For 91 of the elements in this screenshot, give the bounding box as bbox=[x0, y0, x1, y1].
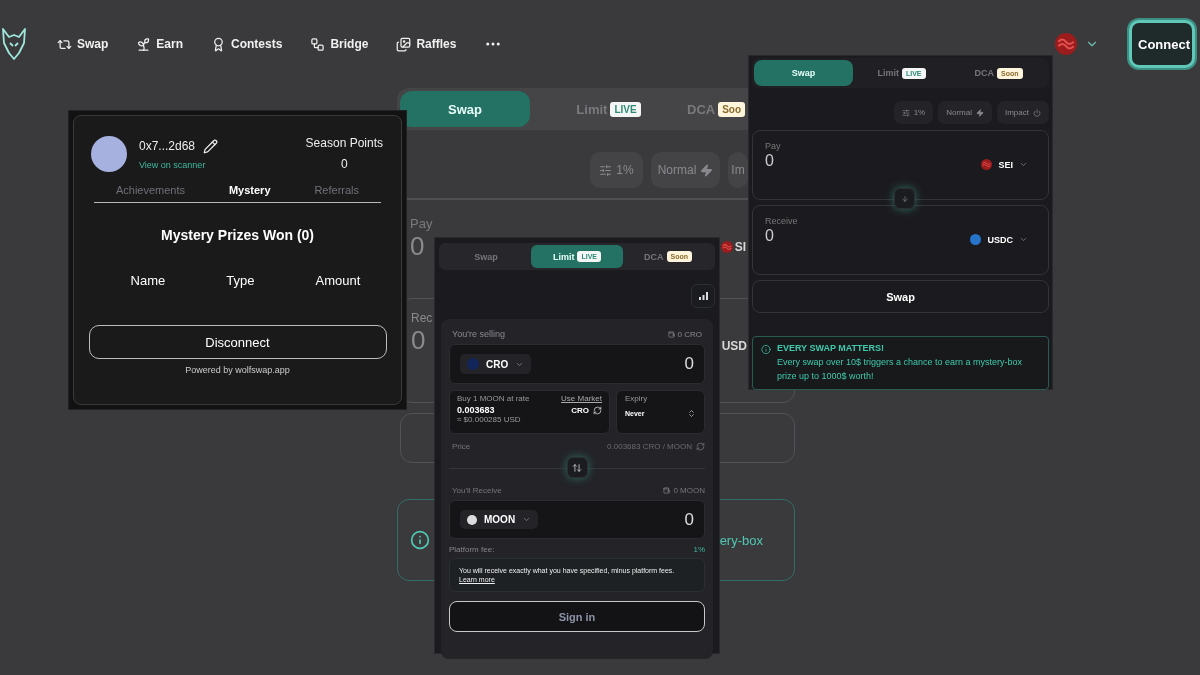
field-label: Pay bbox=[410, 216, 433, 231]
chevron-down-icon bbox=[522, 515, 532, 524]
wallet-icon bbox=[663, 487, 671, 494]
column-header: Type bbox=[226, 273, 255, 288]
wolf-logo-icon[interactable] bbox=[1, 27, 27, 61]
setting-chip[interactable]: 1% bbox=[893, 101, 934, 124]
tab[interactable]: Swap bbox=[754, 60, 853, 86]
nav-link[interactable]: Swap bbox=[57, 36, 109, 52]
amount-input[interactable]: 0 bbox=[765, 226, 774, 245]
amount-value: 0 bbox=[411, 325, 426, 356]
swap-arrows-icon bbox=[572, 462, 582, 473]
token-select[interactable]: USDC bbox=[970, 226, 1038, 245]
power-icon bbox=[1033, 108, 1041, 117]
amount-input[interactable]: 0 bbox=[765, 151, 774, 170]
sign-in-button[interactable]: Sign in bbox=[449, 601, 705, 632]
tab[interactable]: Achievements bbox=[115, 184, 186, 196]
field-label: Receive bbox=[765, 216, 799, 226]
lightning-icon bbox=[700, 163, 714, 177]
nav-link[interactable]: Contests bbox=[211, 36, 283, 52]
disconnect-button[interactable]: Disconnect bbox=[88, 325, 387, 359]
status-badge: Soo bbox=[718, 101, 746, 117]
use-market-link[interactable]: Use Market bbox=[561, 394, 602, 403]
nav-link[interactable]: Raffles bbox=[396, 36, 457, 52]
section-heading: Mystery Prizes Won (0) bbox=[161, 227, 314, 243]
rate-value: 0.003683 bbox=[457, 405, 495, 415]
column-header: Amount bbox=[315, 273, 361, 288]
amount-input[interactable]: 0 bbox=[684, 509, 694, 530]
fee-value: 1% bbox=[693, 545, 705, 554]
token-select[interactable]: MOON bbox=[460, 510, 539, 529]
images-icon bbox=[396, 36, 412, 52]
nav-link[interactable]: Bridge bbox=[310, 36, 369, 52]
footer-text: Powered by wolfswap.app bbox=[185, 365, 290, 375]
token-symbol: USD bbox=[721, 338, 748, 353]
bar-chart-icon bbox=[698, 292, 708, 300]
chevron-down-icon bbox=[1019, 235, 1028, 244]
info-title: EVERY SWAP MATTERS! bbox=[776, 343, 885, 353]
status-badge: LIVE bbox=[610, 101, 641, 117]
column-header: Name bbox=[130, 273, 166, 288]
amount-input[interactable]: 0 bbox=[684, 354, 694, 374]
setting-chip[interactable]: Normal bbox=[938, 101, 992, 124]
sprout-icon bbox=[136, 36, 152, 52]
expiry-label: Expiry bbox=[625, 394, 648, 403]
connect-button[interactable]: Connect bbox=[1129, 20, 1195, 68]
edit-icon[interactable] bbox=[203, 138, 219, 154]
lightning-icon bbox=[976, 108, 984, 117]
scanner-link[interactable]: View on scanner bbox=[139, 159, 206, 170]
rate-label: Buy 1 MOON at rate bbox=[457, 394, 530, 403]
wallet-icon bbox=[667, 330, 675, 338]
info-text: Every swap over 10$ triggers a chance to earn a mystery-box prize up to 1000$ worth! bbox=[776, 356, 1024, 383]
chart-button[interactable] bbox=[691, 284, 715, 308]
sliders-icon bbox=[901, 108, 910, 117]
sliders-icon bbox=[599, 163, 613, 177]
token-icon bbox=[467, 358, 479, 370]
field-label: You'll Receive bbox=[452, 486, 502, 495]
points-value: 0 bbox=[340, 157, 348, 171]
wallet-address: 0x7...2d68 bbox=[139, 139, 196, 153]
balance-text: 0 CRO bbox=[677, 329, 702, 339]
tab[interactable]: Referrals bbox=[314, 184, 359, 196]
token-icon bbox=[1055, 33, 1077, 55]
token-symbol: SI bbox=[734, 239, 746, 254]
token-select[interactable]: SEI bbox=[981, 151, 1038, 170]
token-select[interactable]: CRO bbox=[460, 354, 532, 374]
token-icon bbox=[981, 159, 993, 170]
nav-link[interactable]: Earn bbox=[136, 36, 184, 52]
avatar bbox=[91, 136, 127, 172]
token-icon bbox=[970, 234, 982, 245]
workflow-icon bbox=[310, 36, 326, 52]
field-label: You're selling bbox=[452, 329, 505, 339]
info-icon bbox=[761, 343, 771, 356]
token-icon bbox=[720, 240, 733, 253]
refresh-icon[interactable] bbox=[593, 405, 602, 415]
price-value: 0.003683 CRO / MOON bbox=[607, 442, 692, 451]
price-label: Price bbox=[452, 442, 471, 451]
tab[interactable]: Mystery bbox=[228, 184, 271, 196]
points-label: Season Points bbox=[305, 136, 383, 150]
info-icon bbox=[410, 530, 430, 550]
switch-button[interactable] bbox=[566, 457, 588, 478]
chevron-down-icon bbox=[1019, 160, 1028, 169]
setting-chip[interactable]: Impact bbox=[997, 101, 1049, 124]
amount-value: 0 bbox=[410, 231, 425, 262]
info-text: ery-box bbox=[719, 532, 763, 548]
arrow-down-icon bbox=[900, 194, 909, 203]
field-label: Pay bbox=[765, 141, 782, 151]
token-icon bbox=[467, 514, 477, 525]
usd-value: ≈ $0.000285 USD bbox=[457, 415, 522, 424]
tab[interactable]: Swap bbox=[400, 91, 530, 127]
field-label: Rec bbox=[411, 311, 433, 325]
fee-label: Platform fee: bbox=[449, 545, 495, 554]
up-down-icon bbox=[687, 409, 696, 418]
swap-button[interactable]: Swap bbox=[752, 280, 1049, 313]
rate-unit: CRO bbox=[571, 405, 589, 415]
